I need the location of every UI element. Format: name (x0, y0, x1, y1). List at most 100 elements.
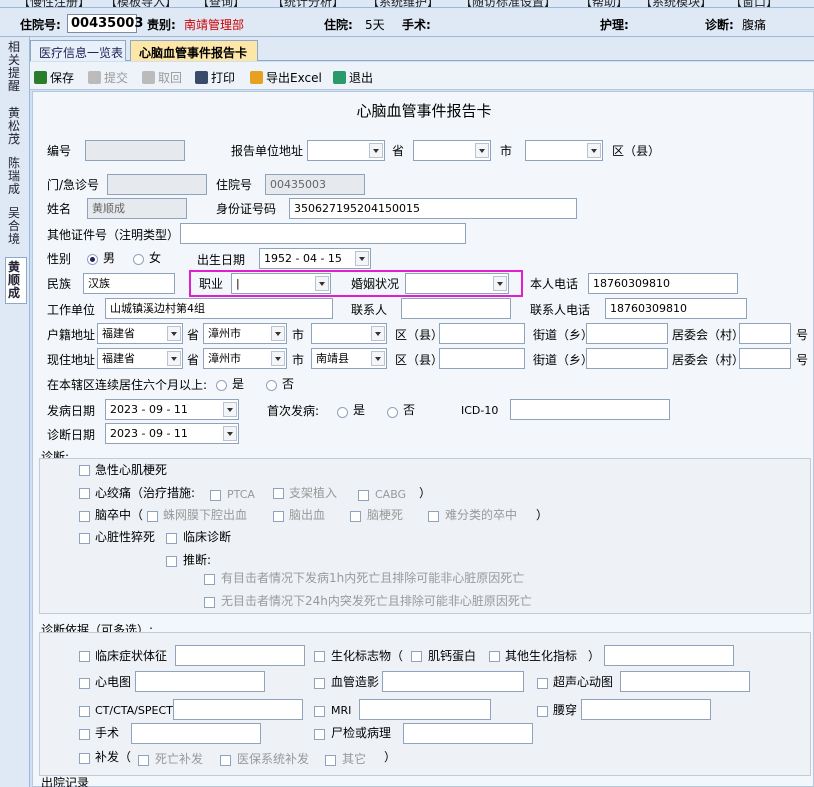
menu-item[interactable]: 【系统维护】 (367, 0, 439, 7)
echo-checkbox[interactable] (537, 678, 548, 689)
household-town-input[interactable] (439, 323, 525, 344)
angiography-input[interactable] (382, 671, 524, 692)
inpatient-no-input[interactable]: 00435003 (265, 174, 365, 195)
household-street-input[interactable] (586, 323, 668, 344)
bianhao-input[interactable] (85, 140, 185, 161)
lumbar-puncture-input[interactable] (581, 699, 711, 720)
troponin-checkbox[interactable] (411, 651, 422, 662)
outpatient-no-input[interactable] (107, 174, 207, 195)
menu-item[interactable]: 【查询】 (197, 0, 245, 7)
household-province-select[interactable]: 福建省 (97, 323, 183, 344)
menu-item[interactable]: 【统计分析】 (272, 0, 344, 7)
stroke-checkbox[interactable] (79, 511, 90, 522)
report-province-select[interactable] (307, 140, 385, 161)
angiography-checkbox[interactable] (314, 678, 325, 689)
report-district-select[interactable] (525, 140, 603, 161)
household-city-select[interactable]: 漳州市 (203, 323, 287, 344)
surgery-checkbox[interactable] (79, 729, 90, 740)
ct-checkbox[interactable] (79, 706, 90, 717)
side-tab-patient[interactable]: 陈瑞成 (8, 157, 24, 196)
first-onset-no-radio[interactable] (387, 407, 398, 418)
menu-item[interactable]: 【随访标准设置】 (460, 0, 556, 7)
cabg-checkbox[interactable] (358, 490, 369, 501)
ptca-checkbox[interactable] (210, 490, 221, 501)
zyh-input[interactable]: 00435003 (67, 14, 143, 33)
birthdate-picker[interactable]: 1952 - 04 - 15 (259, 248, 371, 269)
side-tab-patient[interactable]: 吴合境 (8, 207, 24, 246)
other-biomarker-input[interactable] (604, 645, 734, 666)
angina-checkbox[interactable] (79, 488, 90, 499)
gender-male-radio[interactable] (87, 254, 98, 265)
echo-input[interactable] (620, 671, 750, 692)
lumbar-puncture-checkbox[interactable] (537, 706, 548, 717)
occupation-select[interactable]: | (231, 273, 331, 294)
ct-input[interactable] (173, 699, 303, 720)
report-city-select[interactable] (413, 140, 491, 161)
name-input[interactable]: 黄顺成 (87, 198, 187, 219)
first-onset-yes-radio[interactable] (337, 407, 348, 418)
other-supplement-checkbox[interactable] (325, 755, 336, 766)
sah-checkbox[interactable] (147, 511, 158, 522)
symptom-checkbox[interactable] (79, 651, 90, 662)
menu-item[interactable]: 【窗口】 (730, 0, 778, 7)
menu-item[interactable]: 【模板导入】 (105, 0, 177, 7)
autopsy-input[interactable] (403, 723, 533, 744)
witnessed-checkbox[interactable] (204, 574, 215, 585)
onset-date-picker[interactable]: 2023 - 09 - 11 (105, 399, 239, 420)
menu-item[interactable]: 【帮助】 (580, 0, 628, 7)
scd-checkbox[interactable] (79, 533, 90, 544)
marital-select[interactable] (405, 273, 509, 294)
ich-checkbox[interactable] (273, 511, 284, 522)
contact-phone-input[interactable]: 18760309810 (605, 298, 747, 319)
clinical-diag-checkbox[interactable] (166, 533, 177, 544)
current-village-input[interactable] (739, 348, 791, 369)
diag-date-picker[interactable]: 2023 - 09 - 11 (105, 423, 239, 444)
menu-item[interactable]: 【慢性注册】 (18, 0, 90, 7)
print-button[interactable]: 打印 (195, 69, 235, 86)
id-card-input[interactable]: 350627195204150015 (289, 198, 577, 219)
other-id-input[interactable] (180, 223, 466, 244)
ecg-input[interactable] (135, 671, 265, 692)
mri-input[interactable] (359, 699, 491, 720)
household-village-input[interactable] (739, 323, 791, 344)
contact-input[interactable] (401, 298, 511, 319)
inference-checkbox[interactable] (166, 556, 177, 567)
residency-no-radio[interactable] (266, 380, 277, 391)
exit-button[interactable]: 退出 (333, 69, 373, 86)
icd-input[interactable] (510, 399, 670, 420)
autopsy-checkbox[interactable] (314, 729, 325, 740)
household-district-select[interactable] (311, 323, 387, 344)
stent-checkbox[interactable] (273, 488, 284, 499)
insurance-supplement-checkbox[interactable] (220, 755, 231, 766)
tab-report-card[interactable]: 心脑血管事件报告卡 (130, 40, 258, 61)
mri-checkbox[interactable] (314, 706, 325, 717)
unclassified-checkbox[interactable] (428, 511, 439, 522)
surgery-input[interactable] (131, 723, 261, 744)
ecg-checkbox[interactable] (79, 678, 90, 689)
tab-medical-info[interactable]: 医疗信息一览表 (30, 40, 126, 61)
gender-female-radio[interactable] (133, 254, 144, 265)
side-tab-reminder[interactable]: 相关提醒 (8, 41, 24, 93)
current-province-select[interactable]: 福建省 (97, 348, 183, 369)
other-biomarker-checkbox[interactable] (489, 651, 500, 662)
submit-button[interactable]: 提交 (88, 69, 128, 86)
current-street-input[interactable] (586, 348, 668, 369)
unwitnessed-checkbox[interactable] (204, 597, 215, 608)
current-city-select[interactable]: 漳州市 (203, 348, 287, 369)
workplace-input[interactable]: 山城镇溪边村第4组 (105, 298, 333, 319)
retrieve-button[interactable]: 取回 (142, 69, 182, 86)
side-tab-patient-active[interactable]: 黄顺成 (5, 257, 27, 304)
biomarker-checkbox[interactable] (314, 651, 325, 662)
symptom-input[interactable] (175, 645, 305, 666)
export-excel-button[interactable]: 导出Excel (250, 69, 322, 86)
own-phone-input[interactable]: 18760309810 (588, 273, 738, 294)
ami-checkbox[interactable] (79, 465, 90, 476)
menu-item[interactable]: 【系统模块】 (640, 0, 712, 7)
residency-yes-radio[interactable] (216, 380, 227, 391)
current-town-input[interactable] (439, 348, 525, 369)
save-button[interactable]: 保存 (34, 69, 74, 86)
side-tab-patient[interactable]: 黄松茂 (8, 107, 24, 146)
supplement-checkbox[interactable] (79, 753, 90, 764)
current-district-select[interactable]: 南靖县 (311, 348, 387, 369)
infarct-checkbox[interactable] (350, 511, 361, 522)
